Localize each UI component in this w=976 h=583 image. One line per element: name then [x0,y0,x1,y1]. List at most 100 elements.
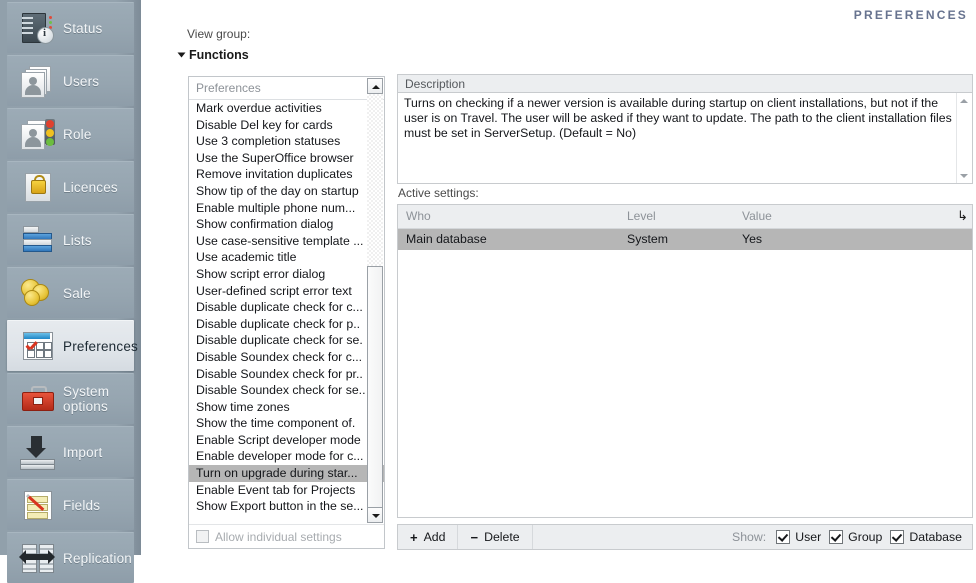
sidebar-item-users[interactable]: Users [7,55,134,106]
coins-icon [19,276,55,310]
sidebar-item-preferences[interactable]: Preferences [7,320,138,371]
list-item[interactable]: Disable Soundex check for pr.. [189,366,384,383]
list-item[interactable]: Disable duplicate check for p.. [189,316,384,333]
list-item[interactable]: Enable multiple phone num... [189,200,384,217]
list-item[interactable]: Enable developer mode for c... [189,448,384,465]
sidebar-item-label: Sale [63,285,91,301]
allow-individual-settings-label: Allow individual settings [215,529,342,544]
preferences-list-panel: Preferences ↳ Mark overdue activities Di… [188,76,385,549]
sidebar-item-label: Status [63,20,103,36]
list-item[interactable]: Disable duplicate check for c... [189,299,384,316]
list-item[interactable]: Disable duplicate check for se. [189,332,384,349]
list-item[interactable]: Use academic title [189,249,384,266]
filter-group[interactable]: Group [829,530,882,544]
cell-value: Yes [742,232,763,246]
sidebar-item-label: Import [63,444,103,460]
description-header: Description [397,74,973,92]
checkbox-group[interactable] [829,530,844,544]
add-button[interactable]: + Add [398,525,459,549]
delete-button-label: Delete [484,530,520,544]
sidebar-item-lists[interactable]: Lists [7,214,134,265]
sidebar-item-replication[interactable]: Replication [7,532,134,583]
show-label: Show: [732,530,767,544]
sidebar-item-status[interactable]: Status [7,2,134,53]
scroll-up-arrow-icon[interactable] [367,78,383,94]
sidebar-item-import[interactable]: Import [7,426,134,477]
scroll-down-arrow-icon[interactable] [957,168,972,183]
list-item[interactable]: Show the time component of. [189,415,384,432]
list-item[interactable]: Enable Event tab for Projects [189,482,384,499]
description-box: Turns on checking if a newer version is … [397,92,973,184]
cell-level: System [627,232,668,246]
filter-user[interactable]: User [776,530,821,544]
allow-individual-settings-row[interactable]: Allow individual settings [189,524,384,548]
column-header-who[interactable]: Who [406,209,431,223]
sidebar-item-role[interactable]: Role [7,108,134,159]
preferences-list-scrollbar[interactable] [367,78,383,523]
list-item[interactable]: Show time zones [189,399,384,416]
preferences-list-header-label: Preferences [196,81,261,95]
column-header-level[interactable]: Level [627,209,656,223]
active-settings-header: Who Level Value ↳ [398,205,972,229]
plus-icon: + [410,529,418,545]
filter-database[interactable]: Database [890,530,962,544]
active-settings-label: Active settings: [398,186,479,200]
show-filters: Show: User Group Database [732,530,972,544]
main-content: PREFERENCES View group: Functions Prefer… [141,0,976,555]
active-settings-toolbar: + Add − Delete Show: User Group Database [397,524,973,550]
sidebar-item-label: Fields [63,497,101,513]
filter-database-label: Database [909,530,962,544]
sidebar-item-fields[interactable]: Fields [7,479,134,530]
list-item[interactable]: Remove invitation duplicates [189,166,384,183]
preferences-list-header: Preferences ↳ [189,77,384,100]
list-item[interactable]: Show script error dialog [189,266,384,283]
sidebar-item-label: Licences [63,179,118,195]
page-title: PREFERENCES [853,8,968,22]
sidebar-item-label: Replication [63,550,132,566]
list-item[interactable]: Disable Soundex check for c... [189,349,384,366]
triangle-down-icon [177,52,186,58]
sort-arrow-icon[interactable]: ↳ [957,208,968,224]
checkbox-user[interactable] [776,530,791,544]
active-settings-grid: Who Level Value ↳ Main database System Y… [397,204,973,518]
sidebar-item-licences[interactable]: Licences [7,161,134,212]
view-group-value: Functions [189,48,249,62]
list-item[interactable]: Enable Script developer mode [189,432,384,449]
sidebar-item-label: System options [63,384,110,414]
view-group-selector[interactable]: Functions [177,48,249,62]
role-trafficlight-icon [19,117,55,151]
view-group-label: View group: [187,27,251,41]
import-arrow-icon [19,435,55,470]
scroll-down-arrow-icon[interactable] [367,507,383,523]
column-header-value[interactable]: Value [742,209,772,223]
sidebar-item-label: Role [63,126,92,142]
list-item[interactable]: Disable Soundex check for se.. [189,382,384,399]
list-item[interactable]: Show confirmation dialog [189,216,384,233]
list-item[interactable]: Disable Del key for cards [189,117,384,134]
sidebar-item-sale[interactable]: Sale [7,267,134,318]
sidebar: Status Users Role [0,0,141,583]
delete-button[interactable]: − Delete [458,525,533,549]
toolbox-icon [19,382,55,416]
list-item[interactable]: Use 3 completion statuses [189,133,384,150]
sidebar-item-label: Preferences [63,338,138,354]
list-item[interactable]: Show tip of the day on startup [189,183,384,200]
cell-who: Main database [406,232,487,246]
description-scrollbar[interactable] [956,93,972,183]
list-item[interactable]: User-defined script error text [189,283,384,300]
scrollbar-thumb[interactable] [367,266,383,510]
list-item-selected[interactable]: Turn on upgrade during star... [189,465,384,482]
preferences-list-body[interactable]: Mark overdue activities Disable Del key … [189,100,384,524]
allow-individual-settings-checkbox[interactable] [196,530,209,543]
sidebar-item-system-options[interactable]: System options [7,373,134,424]
list-item[interactable]: Show Export button in the se... [189,498,384,515]
filter-user-label: User [795,530,822,544]
checkbox-database[interactable] [890,530,905,544]
filter-group-label: Group [848,530,883,544]
list-item[interactable]: Mark overdue activities [189,100,384,117]
list-item[interactable]: Use case-sensitive template ... [189,233,384,250]
table-row[interactable]: Main database System Yes [398,229,972,250]
description-header-label: Description [405,77,466,91]
list-item[interactable]: Use the SuperOffice browser [189,150,384,167]
scroll-up-arrow-icon[interactable] [957,93,972,108]
